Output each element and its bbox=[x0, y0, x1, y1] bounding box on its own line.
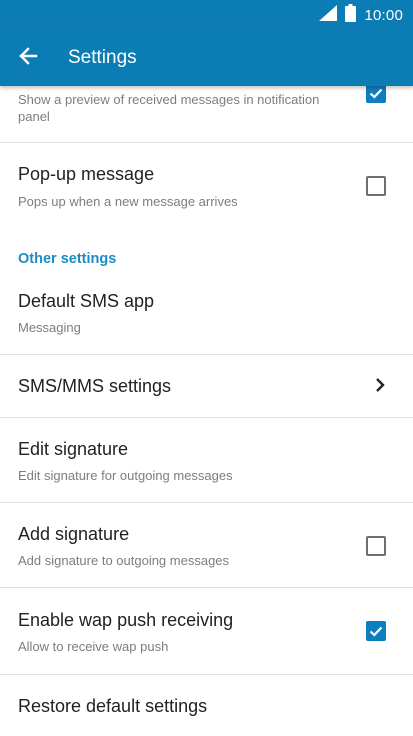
wap-push-subtitle: Allow to receive wap push bbox=[18, 639, 169, 654]
popup-message-subtitle: Pops up when a new message arrives bbox=[18, 194, 238, 209]
arrow-left-icon bbox=[18, 46, 38, 71]
add-signature-item[interactable]: Add signature Add signature to outgoing … bbox=[0, 503, 413, 587]
restore-defaults-title: Restore default settings bbox=[18, 696, 208, 716]
section-header-other-settings: Other settings bbox=[18, 251, 117, 267]
preview-subtitle-line-1: Show a preview of received messages in n… bbox=[18, 92, 320, 107]
wap-push-title: Enable wap push receiving bbox=[18, 610, 234, 630]
sms-mms-settings-title: SMS/MMS settings bbox=[18, 376, 172, 396]
sms-mms-settings-item[interactable]: SMS/MMS settings bbox=[0, 355, 413, 417]
checkmark-icon bbox=[369, 626, 383, 637]
chevron-right-icon bbox=[376, 378, 385, 392]
default-sms-app-subtitle: Messaging bbox=[18, 320, 81, 335]
default-sms-app-title: Default SMS app bbox=[18, 291, 155, 311]
wap-push-item[interactable]: Enable wap push receiving Allow to recei… bbox=[0, 588, 413, 674]
popup-message-checkbox[interactable] bbox=[366, 176, 386, 196]
settings-list: Show a preview of received messages in n… bbox=[0, 0, 413, 736]
add-signature-subtitle: Add signature to outgoing messages bbox=[18, 553, 230, 568]
edit-signature-title: Edit signature bbox=[18, 439, 129, 459]
edit-signature-item[interactable]: Edit signature Edit signature for outgoi… bbox=[0, 418, 413, 502]
add-signature-checkbox[interactable] bbox=[366, 536, 386, 556]
restore-defaults-item[interactable]: Restore default settings bbox=[0, 675, 413, 736]
checkmark-icon bbox=[369, 88, 383, 99]
edit-signature-subtitle: Edit signature for outgoing messages bbox=[18, 468, 233, 483]
back-button[interactable] bbox=[14, 44, 42, 72]
add-signature-title: Add signature bbox=[18, 524, 130, 544]
popup-message-title: Pop-up message bbox=[18, 164, 155, 184]
popup-message-item[interactable]: Pop-up message Pops up when a new messag… bbox=[0, 143, 413, 229]
app-bar: Settings bbox=[0, 30, 413, 86]
preview-subtitle-line-2: panel bbox=[18, 109, 50, 124]
page-title: Settings bbox=[68, 47, 137, 68]
default-sms-app-item[interactable]: Default SMS app Messaging bbox=[0, 276, 413, 354]
wap-push-checkbox[interactable] bbox=[366, 621, 386, 641]
preview-checkbox[interactable] bbox=[366, 83, 386, 103]
